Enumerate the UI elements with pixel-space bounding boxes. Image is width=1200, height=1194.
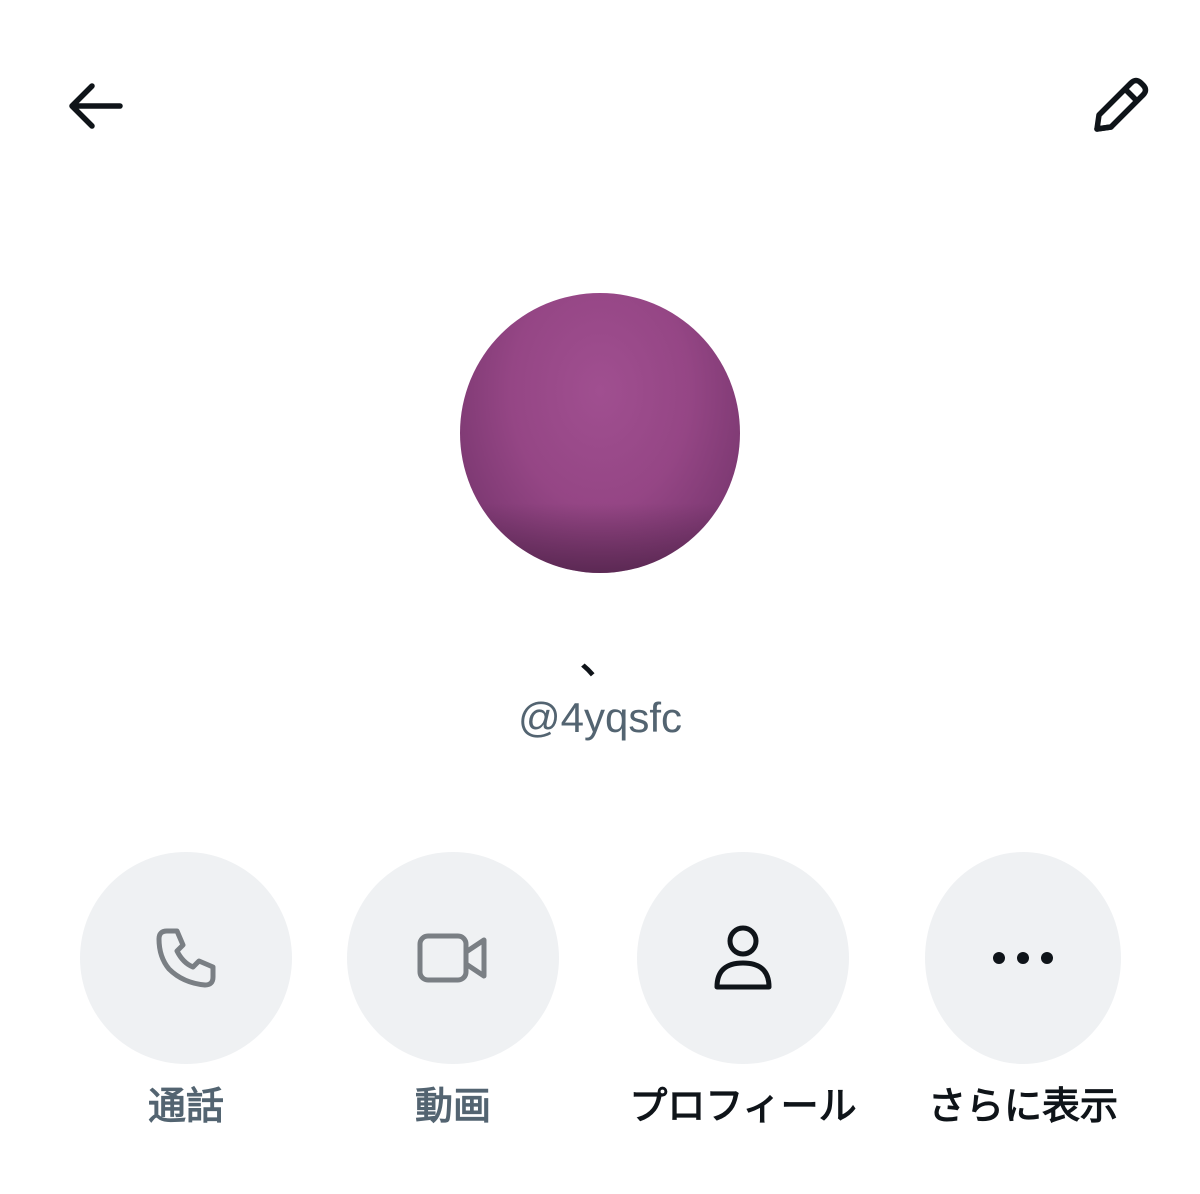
call-action[interactable]: 通話 xyxy=(76,852,296,1130)
display-name: 、 xyxy=(580,637,620,683)
user-handle: @4yqsfc xyxy=(517,694,683,741)
more-dots-icon xyxy=(993,952,1053,964)
call-label: 通話 xyxy=(147,1084,224,1128)
profile-button[interactable] xyxy=(637,852,849,1064)
video-action[interactable]: 動画 xyxy=(343,852,563,1130)
pencil-icon xyxy=(1094,77,1149,132)
video-label: 動画 xyxy=(414,1084,491,1128)
call-button[interactable] xyxy=(80,852,292,1064)
more-label: さらに表示 xyxy=(927,1084,1118,1128)
edit-button[interactable] xyxy=(1080,66,1160,146)
profile-action[interactable]: プロフィール xyxy=(629,852,857,1130)
person-icon xyxy=(714,925,772,990)
profile-label: プロフィール xyxy=(629,1084,857,1128)
back-button[interactable] xyxy=(56,68,132,144)
phone-icon xyxy=(156,928,216,988)
video-camera-icon xyxy=(417,933,487,983)
more-button[interactable] xyxy=(925,852,1121,1064)
more-action[interactable]: さらに表示 xyxy=(913,852,1133,1130)
profile-avatar[interactable] xyxy=(460,293,740,573)
video-button[interactable] xyxy=(347,852,559,1064)
arrow-left-icon xyxy=(69,83,123,129)
